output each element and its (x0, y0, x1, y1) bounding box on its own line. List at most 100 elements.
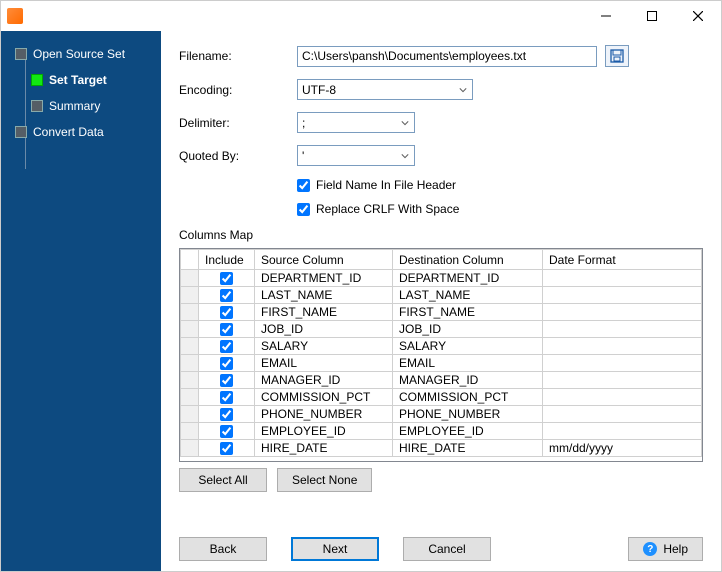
include-checkbox[interactable] (220, 357, 233, 370)
close-button[interactable] (675, 1, 721, 31)
destination-cell[interactable]: FIRST_NAME (393, 304, 543, 321)
include-cell[interactable] (199, 304, 255, 321)
table-row[interactable]: HIRE_DATEHIRE_DATEmm/dd/yyyy (181, 440, 702, 457)
date-cell[interactable] (543, 372, 702, 389)
include-cell[interactable] (199, 338, 255, 355)
source-header[interactable]: Source Column (255, 250, 393, 270)
next-button[interactable]: Next (291, 537, 379, 561)
destination-cell[interactable]: DEPARTMENT_ID (393, 270, 543, 287)
select-all-button[interactable]: Select All (179, 468, 267, 492)
table-row[interactable]: SALARYSALARY (181, 338, 702, 355)
date-cell[interactable] (543, 304, 702, 321)
table-row[interactable]: LAST_NAMELAST_NAME (181, 287, 702, 304)
include-checkbox[interactable] (220, 340, 233, 353)
source-cell[interactable]: COMMISSION_PCT (255, 389, 393, 406)
include-cell[interactable] (199, 321, 255, 338)
date-cell[interactable] (543, 287, 702, 304)
fieldname-checkbox[interactable] (297, 179, 310, 192)
table-row[interactable]: MANAGER_IDMANAGER_ID (181, 372, 702, 389)
source-cell[interactable]: FIRST_NAME (255, 304, 393, 321)
include-cell[interactable] (199, 270, 255, 287)
table-row[interactable]: EMAILEMAIL (181, 355, 702, 372)
date-cell[interactable] (543, 270, 702, 287)
encoding-combo[interactable] (297, 79, 473, 100)
destination-cell[interactable]: EMPLOYEE_ID (393, 423, 543, 440)
include-cell[interactable] (199, 389, 255, 406)
date-cell[interactable] (543, 423, 702, 440)
include-cell[interactable] (199, 440, 255, 457)
quotedby-combo[interactable] (297, 145, 415, 166)
source-cell[interactable]: EMAIL (255, 355, 393, 372)
source-cell[interactable]: EMPLOYEE_ID (255, 423, 393, 440)
step-icon (15, 126, 27, 138)
date-cell[interactable] (543, 389, 702, 406)
date-cell[interactable] (543, 355, 702, 372)
maximize-button[interactable] (629, 1, 675, 31)
include-checkbox[interactable] (220, 272, 233, 285)
date-cell[interactable] (543, 338, 702, 355)
select-none-button[interactable]: Select None (277, 468, 372, 492)
include-checkbox[interactable] (220, 425, 233, 438)
source-cell[interactable]: LAST_NAME (255, 287, 393, 304)
quotedby-input[interactable] (297, 145, 415, 166)
source-cell[interactable]: HIRE_DATE (255, 440, 393, 457)
minimize-button[interactable] (583, 1, 629, 31)
destination-cell[interactable]: SALARY (393, 338, 543, 355)
date-cell[interactable] (543, 406, 702, 423)
include-checkbox[interactable] (220, 391, 233, 404)
columns-map-table: Include Source Column Destination Column… (180, 249, 702, 457)
source-cell[interactable]: SALARY (255, 338, 393, 355)
help-button[interactable]: ? Help (628, 537, 703, 561)
row-header-cell (181, 423, 199, 440)
table-row[interactable]: EMPLOYEE_IDEMPLOYEE_ID (181, 423, 702, 440)
include-cell[interactable] (199, 355, 255, 372)
destination-cell[interactable]: LAST_NAME (393, 287, 543, 304)
date-cell[interactable]: mm/dd/yyyy (543, 440, 702, 457)
columns-map-title: Columns Map (179, 228, 703, 242)
destination-cell[interactable]: PHONE_NUMBER (393, 406, 543, 423)
source-cell[interactable]: JOB_ID (255, 321, 393, 338)
include-checkbox[interactable] (220, 323, 233, 336)
destination-cell[interactable]: HIRE_DATE (393, 440, 543, 457)
include-checkbox[interactable] (220, 408, 233, 421)
replacecrlf-checkbox-row: Replace CRLF With Space (297, 202, 703, 216)
table-row[interactable]: COMMISSION_PCTCOMMISSION_PCT (181, 389, 702, 406)
destination-cell[interactable]: EMAIL (393, 355, 543, 372)
destination-cell[interactable]: COMMISSION_PCT (393, 389, 543, 406)
table-row[interactable]: PHONE_NUMBERPHONE_NUMBER (181, 406, 702, 423)
include-cell[interactable] (199, 406, 255, 423)
source-cell[interactable]: DEPARTMENT_ID (255, 270, 393, 287)
destination-cell[interactable]: JOB_ID (393, 321, 543, 338)
row-header-cell (181, 270, 199, 287)
source-cell[interactable]: PHONE_NUMBER (255, 406, 393, 423)
back-button[interactable]: Back (179, 537, 267, 561)
source-cell[interactable]: MANAGER_ID (255, 372, 393, 389)
fieldname-checkbox-row: Field Name In File Header (297, 178, 703, 192)
include-cell[interactable] (199, 287, 255, 304)
filename-input[interactable] (297, 46, 597, 67)
titlebar (1, 1, 721, 31)
replacecrlf-checkbox[interactable] (297, 203, 310, 216)
destination-header[interactable]: Destination Column (393, 250, 543, 270)
help-label: Help (663, 542, 688, 556)
delimiter-combo[interactable] (297, 112, 415, 133)
table-row[interactable]: DEPARTMENT_IDDEPARTMENT_ID (181, 270, 702, 287)
table-row[interactable]: FIRST_NAMEFIRST_NAME (181, 304, 702, 321)
table-row[interactable]: JOB_IDJOB_ID (181, 321, 702, 338)
cancel-button[interactable]: Cancel (403, 537, 491, 561)
include-header[interactable]: Include (199, 250, 255, 270)
destination-cell[interactable]: MANAGER_ID (393, 372, 543, 389)
fieldname-checkbox-label: Field Name In File Header (316, 178, 456, 192)
date-header[interactable]: Date Format (543, 250, 702, 270)
date-cell[interactable] (543, 321, 702, 338)
include-checkbox[interactable] (220, 442, 233, 455)
include-checkbox[interactable] (220, 374, 233, 387)
include-cell[interactable] (199, 372, 255, 389)
include-checkbox[interactable] (220, 306, 233, 319)
include-cell[interactable] (199, 423, 255, 440)
delimiter-input[interactable] (297, 112, 415, 133)
encoding-input[interactable] (297, 79, 473, 100)
step-label: Open Source Set (33, 47, 125, 61)
include-checkbox[interactable] (220, 289, 233, 302)
browse-button[interactable] (605, 45, 629, 67)
